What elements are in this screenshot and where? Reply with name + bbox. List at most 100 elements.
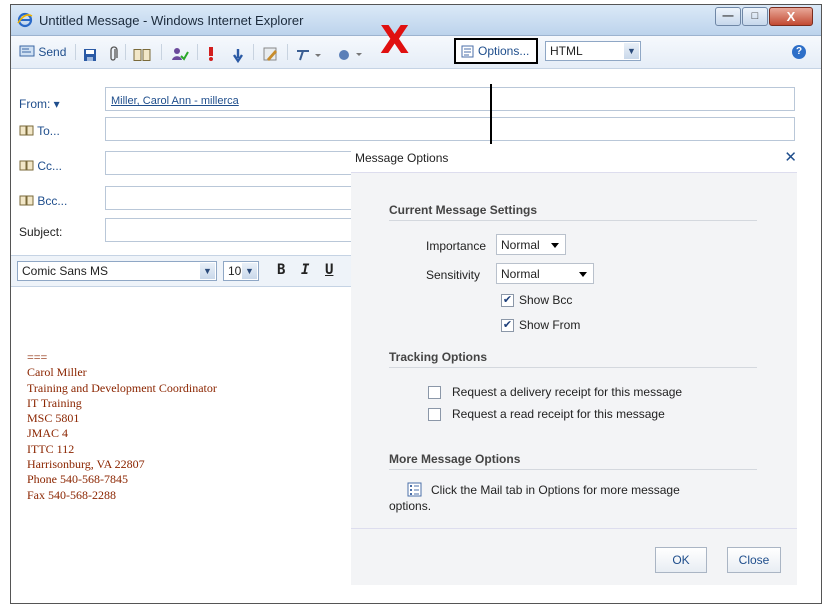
signature-line: MSC 5801 bbox=[27, 411, 80, 426]
maximize-icon: □ bbox=[751, 10, 759, 22]
importance-value: Normal bbox=[501, 238, 540, 252]
options-button[interactable]: Options... bbox=[454, 38, 538, 64]
importance-select[interactable]: Normal bbox=[496, 234, 566, 255]
high-importance-icon[interactable] bbox=[208, 44, 214, 64]
chevron-down-icon: ▼ bbox=[200, 263, 215, 279]
signature-line: Training and Development Coordinator bbox=[27, 380, 217, 395]
to-button[interactable]: To... bbox=[19, 124, 60, 138]
delivery-receipt-checkbox[interactable] bbox=[428, 386, 441, 399]
address-book-icon bbox=[19, 195, 34, 206]
show-bcc-checkbox[interactable]: ✔ bbox=[501, 294, 514, 307]
toolbar-divider bbox=[125, 44, 126, 60]
bcc-field[interactable] bbox=[105, 186, 355, 210]
section-divider bbox=[389, 367, 757, 368]
format-toolbar: Comic Sans MS ▼ 10 ▼ B I U bbox=[11, 255, 351, 287]
minimize-button[interactable]: — bbox=[715, 7, 741, 26]
sensitivity-select[interactable]: Normal bbox=[496, 263, 594, 284]
chevron-down-icon bbox=[579, 272, 587, 277]
title-bar: Untitled Message - Windows Internet Expl… bbox=[11, 5, 821, 36]
section-divider bbox=[389, 220, 757, 221]
underline-button[interactable]: U bbox=[325, 262, 333, 278]
address-book-icon bbox=[19, 160, 34, 171]
message-toolbar: Send Options... HTML ▼ ? bbox=[11, 36, 821, 69]
signature-icon[interactable] bbox=[263, 44, 279, 64]
ok-button[interactable]: OK bbox=[655, 547, 707, 573]
delivery-receipt-label: Request a delivery receipt for this mess… bbox=[452, 385, 683, 399]
more-options-heading: More Message Options bbox=[389, 452, 521, 466]
send-icon bbox=[19, 45, 35, 57]
options-label: Options... bbox=[478, 44, 530, 58]
chevron-down-icon bbox=[551, 243, 559, 248]
ie-logo-icon bbox=[17, 12, 33, 28]
signature-line: Fax 540-568-2288 bbox=[27, 487, 116, 502]
signature-line: JMAC 4 bbox=[27, 426, 69, 441]
dialog-title: Message Options bbox=[355, 151, 449, 165]
italic-button[interactable]: I bbox=[301, 262, 309, 278]
message-body-signature[interactable]: === Carol Miller Training and Developmen… bbox=[27, 350, 217, 503]
subject-label: Subject: bbox=[19, 225, 63, 239]
toolbar-divider bbox=[161, 44, 162, 60]
to-field[interactable] bbox=[105, 117, 795, 141]
signature-line: Carol Miller bbox=[27, 365, 87, 380]
dialog-close-icon[interactable]: ✕ bbox=[784, 148, 797, 166]
dialog-body: Current Message Settings Importance Norm… bbox=[351, 172, 797, 529]
address-book-icon bbox=[19, 125, 34, 136]
close-window-button[interactable]: X bbox=[769, 7, 813, 26]
close-icon: X bbox=[786, 9, 796, 24]
show-from-checkbox[interactable]: ✔ bbox=[501, 319, 514, 332]
subject-field[interactable] bbox=[105, 218, 355, 242]
format-select[interactable]: HTML ▼ bbox=[545, 41, 641, 61]
sensitivity-label: Sensitivity bbox=[426, 268, 481, 282]
cc-field[interactable] bbox=[105, 151, 355, 175]
message-options-dialog: Message Options ✕ Current Message Settin… bbox=[351, 144, 811, 585]
toolbar-divider bbox=[253, 44, 254, 60]
chevron-down-icon: ▼ bbox=[242, 263, 257, 279]
dialog-header: Message Options ✕ bbox=[351, 144, 811, 172]
bcc-label: Bcc... bbox=[37, 194, 68, 208]
spelling-icon[interactable] bbox=[296, 45, 322, 65]
close-button[interactable]: Close bbox=[727, 547, 781, 573]
show-from-label: Show From bbox=[519, 318, 581, 332]
address-book-icon[interactable] bbox=[133, 45, 151, 65]
signature-line: ITTC 112 bbox=[27, 441, 75, 456]
window-title: Untitled Message - Windows Internet Expl… bbox=[39, 13, 304, 28]
send-label: Send bbox=[38, 45, 67, 59]
importance-label: Importance bbox=[426, 239, 487, 253]
help-icon[interactable]: ? bbox=[792, 45, 806, 59]
options-list-icon bbox=[407, 482, 422, 497]
tracking-heading: Tracking Options bbox=[389, 350, 488, 364]
to-label: To... bbox=[37, 124, 60, 138]
more-options-text-cont: options. bbox=[389, 499, 432, 513]
options-icon bbox=[461, 45, 474, 58]
toolbar-divider bbox=[287, 44, 288, 60]
section-divider bbox=[389, 469, 757, 470]
annotation-arrow-line bbox=[490, 84, 492, 152]
toolbar-divider bbox=[75, 44, 76, 60]
signature-line: === bbox=[27, 350, 48, 364]
show-bcc-label: Show Bcc bbox=[519, 293, 573, 307]
font-select[interactable]: Comic Sans MS ▼ bbox=[17, 261, 217, 281]
current-settings-heading: Current Message Settings bbox=[389, 203, 538, 217]
sensitivity-value: Normal bbox=[501, 267, 540, 281]
toolbar-divider bbox=[197, 44, 198, 60]
font-value: Comic Sans MS bbox=[22, 264, 109, 278]
check-names-icon[interactable] bbox=[171, 44, 189, 64]
cc-button[interactable]: Cc... bbox=[19, 159, 62, 173]
font-size-select[interactable]: 10 ▼ bbox=[223, 261, 259, 281]
low-importance-icon[interactable] bbox=[233, 45, 243, 65]
minimize-icon: — bbox=[722, 10, 734, 22]
read-receipt-label: Request a read receipt for this message bbox=[452, 407, 665, 421]
signature-line: IT Training bbox=[27, 395, 82, 410]
bold-button[interactable]: B bbox=[277, 262, 285, 278]
read-receipt-checkbox[interactable] bbox=[428, 408, 441, 421]
format-value: HTML bbox=[550, 44, 583, 58]
send-button[interactable]: Send bbox=[19, 42, 66, 62]
chevron-down-icon: ▼ bbox=[624, 43, 639, 59]
from-address-link[interactable]: Miller, Carol Ann - millerca bbox=[111, 95, 239, 107]
from-dropdown[interactable]: From: ▾ bbox=[19, 97, 60, 111]
attach-icon[interactable] bbox=[109, 44, 119, 64]
attach-options-icon[interactable] bbox=[337, 45, 363, 65]
bcc-button[interactable]: Bcc... bbox=[19, 194, 67, 208]
save-icon[interactable] bbox=[83, 45, 97, 65]
maximize-button[interactable]: □ bbox=[742, 7, 768, 26]
